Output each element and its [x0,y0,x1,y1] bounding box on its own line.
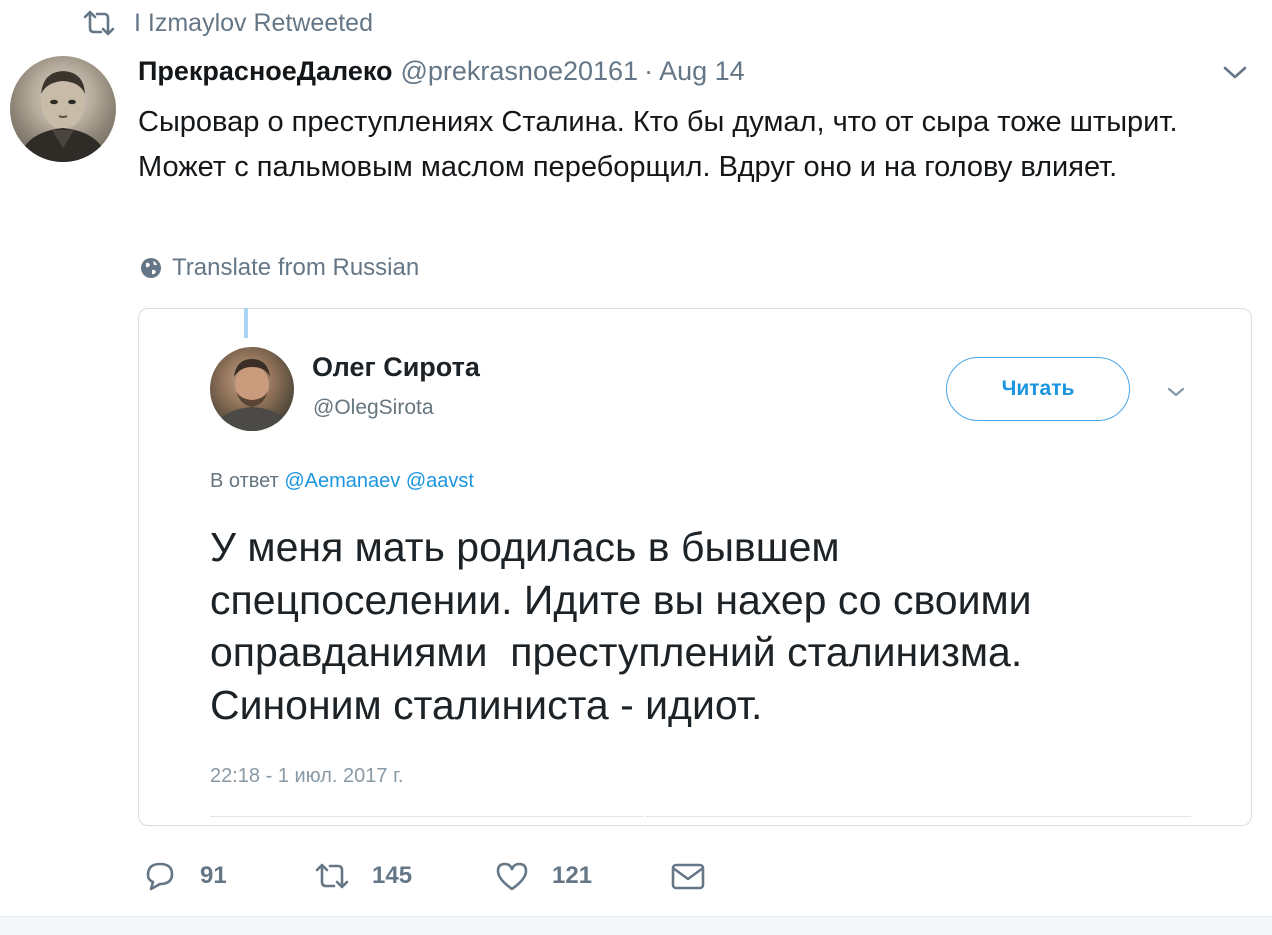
quoted-author-handle[interactable]: @OlegSirota [313,396,434,420]
chevron-down-icon[interactable] [1220,60,1250,84]
retweet-context[interactable]: I Izmaylov Retweeted [82,8,373,38]
translate-link[interactable]: Translate from Russian [140,254,419,282]
divider [646,816,1191,817]
chevron-down-icon[interactable] [1164,382,1188,402]
quoted-tweet-timestamp[interactable]: 22:18 - 1 июл. 2017 г. [210,765,403,788]
author-name[interactable]: ПрекрасноеДалеко [138,56,392,87]
reply-mention[interactable]: @aavst [406,470,474,492]
thread-line [244,308,248,338]
envelope-icon [671,863,705,890]
translate-label: Translate from Russian [172,254,420,281]
quoted-tweet-text: У меня мать родилась в бывшем спецпоселе… [210,524,1032,728]
tweet-header: ПрекрасноеДалеко @prekrasnoe20161 · Aug … [138,56,745,87]
like-button[interactable]: 121 [494,858,592,894]
reply-count: 91 [200,862,227,889]
header-separator: · [644,56,654,86]
quoted-author-avatar[interactable] [210,347,294,431]
retweet-context-text: I Izmaylov Retweeted [134,8,373,37]
divider [210,816,644,817]
retweet-icon [315,863,349,889]
reply-prefix: В ответ [210,470,279,492]
reply-to-line: В ответ @Aemanaev @aavst [210,470,474,493]
follow-button[interactable]: Читать [946,357,1130,421]
heart-icon [496,862,528,891]
direct-message-button[interactable] [670,858,706,894]
author-handle[interactable]: @prekrasnoe20161 [400,56,638,87]
reply-mention[interactable]: @Aemanaev [284,470,400,492]
tweet-text: Сыровар о преступлениях Сталина. Кто бы … [138,106,1178,183]
tweet-date[interactable]: Aug 14 [659,56,745,87]
retweet-count: 145 [372,862,413,889]
reply-icon [146,862,174,891]
reply-button[interactable]: 91 [142,858,227,894]
author-avatar[interactable] [10,56,116,162]
next-tweet-edge [0,916,1272,935]
retweet-button[interactable]: 145 [314,858,412,894]
globe-icon [141,258,161,278]
retweet-icon [83,10,115,36]
quoted-author-name[interactable]: Олег Сирота [312,352,480,383]
like-count: 121 [552,862,593,889]
